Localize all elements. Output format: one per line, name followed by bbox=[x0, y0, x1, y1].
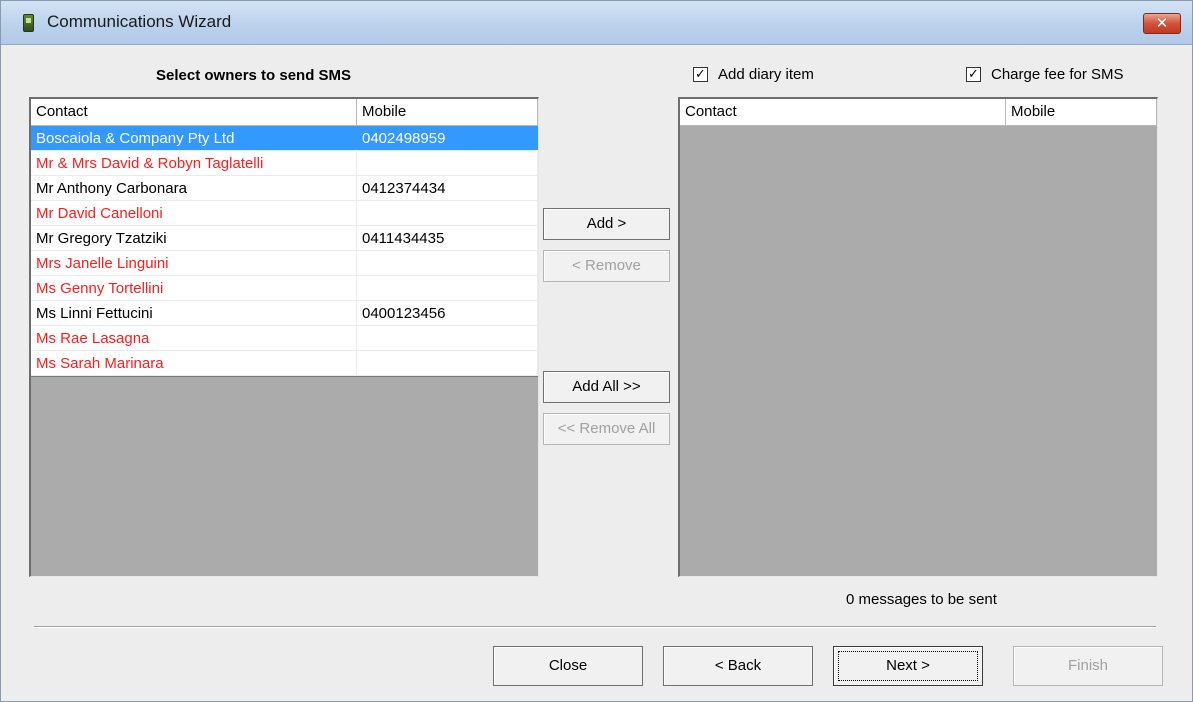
mobile-cell: 0402498959 bbox=[357, 126, 538, 150]
table-row[interactable]: Mr Gregory Tzatziki 0411434435 bbox=[31, 226, 538, 251]
add-button[interactable]: Add > bbox=[543, 208, 670, 240]
focus-rectangle bbox=[838, 651, 978, 681]
column-header-mobile[interactable]: Mobile bbox=[1006, 99, 1157, 125]
table-row[interactable]: Ms Genny Tortellini bbox=[31, 276, 538, 301]
add-diary-item-option[interactable]: ✓ Add diary item bbox=[693, 66, 814, 83]
table-row[interactable]: Mr David Canelloni bbox=[31, 201, 538, 226]
mobile-cell bbox=[357, 251, 538, 275]
charge-fee-checkbox[interactable]: ✓ bbox=[966, 67, 981, 82]
column-header-mobile[interactable]: Mobile bbox=[357, 99, 538, 125]
mobile-cell: 0400123456 bbox=[357, 301, 538, 325]
recipients-list-header: Contact Mobile bbox=[680, 99, 1157, 126]
charge-fee-option[interactable]: ✓ Charge fee for SMS bbox=[966, 66, 1124, 83]
finish-button[interactable]: Finish bbox=[1013, 646, 1163, 686]
back-button[interactable]: < Back bbox=[663, 646, 813, 686]
contact-cell: Mrs Janelle Linguini bbox=[31, 251, 357, 275]
table-row[interactable]: Mr Anthony Carbonara 0412374434 bbox=[31, 176, 538, 201]
contact-cell: Mr David Canelloni bbox=[31, 201, 357, 225]
table-row[interactable]: Ms Sarah Marinara bbox=[31, 351, 538, 376]
column-header-contact[interactable]: Contact bbox=[31, 99, 357, 125]
contact-cell: Ms Sarah Marinara bbox=[31, 351, 357, 375]
table-row[interactable]: Mrs Janelle Linguini bbox=[31, 251, 538, 276]
owners-list-header: Contact Mobile bbox=[31, 99, 538, 126]
table-row[interactable]: Ms Linni Fettucini 0400123456 bbox=[31, 301, 538, 326]
window-close-button[interactable]: ✕ bbox=[1143, 13, 1181, 34]
mobile-cell bbox=[357, 201, 538, 225]
contact-cell: Mr Gregory Tzatziki bbox=[31, 226, 357, 250]
window-title: Communications Wizard bbox=[47, 12, 232, 31]
phone-icon bbox=[23, 14, 34, 32]
title-bar[interactable]: Communications Wizard ✕ bbox=[1, 1, 1192, 45]
close-button[interactable]: Close bbox=[493, 646, 643, 686]
table-row[interactable]: Boscaiola & Company Pty Ltd 0402498959 bbox=[31, 126, 538, 151]
contact-cell: Ms Genny Tortellini bbox=[31, 276, 357, 300]
add-diary-item-label: Add diary item bbox=[718, 66, 814, 83]
mobile-cell bbox=[357, 351, 538, 375]
communications-wizard-window: Communications Wizard ✕ Select owners to… bbox=[0, 0, 1193, 702]
contact-cell: Mr Anthony Carbonara bbox=[31, 176, 357, 200]
mobile-cell: 0411434435 bbox=[357, 226, 538, 250]
contact-cell: Ms Linni Fettucini bbox=[31, 301, 357, 325]
mobile-cell: 0412374434 bbox=[357, 176, 538, 200]
contact-cell: Ms Rae Lasagna bbox=[31, 326, 357, 350]
owners-list[interactable]: Contact Mobile Boscaiola & Company Pty L… bbox=[29, 97, 539, 577]
owners-list-rows: Boscaiola & Company Pty Ltd 0402498959 M… bbox=[31, 126, 538, 377]
remove-all-button[interactable]: << Remove All bbox=[543, 413, 670, 445]
mobile-cell bbox=[357, 326, 538, 350]
table-row[interactable]: Mr & Mrs David & Robyn Taglatelli bbox=[31, 151, 538, 176]
footer-divider bbox=[34, 626, 1156, 628]
add-diary-item-checkbox[interactable]: ✓ bbox=[693, 67, 708, 82]
select-owners-heading: Select owners to send SMS bbox=[156, 67, 352, 84]
recipients-list[interactable]: Contact Mobile bbox=[678, 97, 1158, 577]
column-header-contact[interactable]: Contact bbox=[680, 99, 1006, 125]
table-row[interactable]: Ms Rae Lasagna bbox=[31, 326, 538, 351]
contact-cell: Boscaiola & Company Pty Ltd bbox=[31, 126, 357, 150]
messages-count-status: 0 messages to be sent bbox=[846, 591, 997, 608]
remove-button[interactable]: < Remove bbox=[543, 250, 670, 282]
mobile-cell bbox=[357, 276, 538, 300]
next-button[interactable]: Next > bbox=[833, 646, 983, 686]
add-all-button[interactable]: Add All >> bbox=[543, 371, 670, 403]
mobile-cell bbox=[357, 151, 538, 175]
contact-cell: Mr & Mrs David & Robyn Taglatelli bbox=[31, 151, 357, 175]
charge-fee-label: Charge fee for SMS bbox=[991, 66, 1124, 83]
